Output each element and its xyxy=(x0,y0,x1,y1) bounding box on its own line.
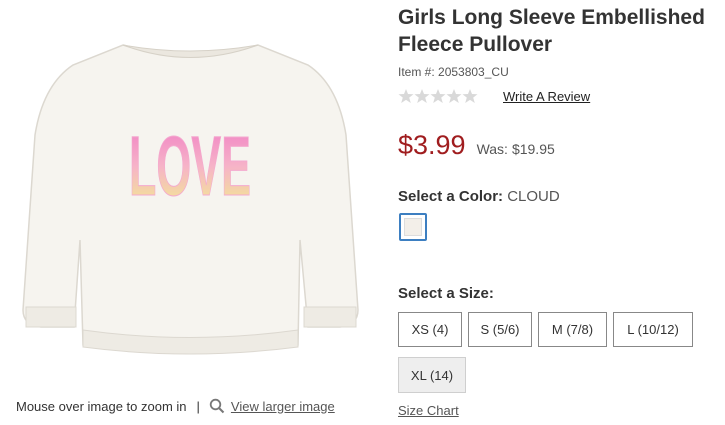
product-details: Girls Long Sleeve Embellished Fleece Pul… xyxy=(398,0,725,425)
selected-color: CLOUD xyxy=(507,188,560,205)
size-chart-link[interactable]: Size Chart xyxy=(398,403,459,418)
price-row: $3.99 Was: $19.95 xyxy=(398,130,555,161)
size-button-xs[interactable]: XS (4) xyxy=(398,312,462,347)
magnifier-icon[interactable] xyxy=(209,398,225,414)
color-swatch-cloud[interactable] xyxy=(399,213,427,241)
sale-price: $3.99 xyxy=(398,130,466,160)
size-button-xl[interactable]: XL (14) xyxy=(398,357,466,393)
view-larger-image-link[interactable]: View larger image xyxy=(231,399,335,414)
size-label: Select a Size: xyxy=(398,285,494,302)
love-graphic-text: LOVE xyxy=(129,119,251,213)
write-review-link[interactable]: Write A Review xyxy=(503,89,590,104)
was-price: $19.95 xyxy=(511,141,555,157)
product-image[interactable]: LOVE xyxy=(8,25,373,370)
product-image-area: LOVE Mouse over image to zoom in | View … xyxy=(0,0,380,425)
zoom-bar: Mouse over image to zoom in | View large… xyxy=(16,398,335,414)
zoom-separator: | xyxy=(196,398,200,414)
color-label: Select a Color: CLOUD xyxy=(398,188,560,205)
color-label-text: Select a Color: xyxy=(398,188,504,205)
star-icon xyxy=(446,89,462,103)
zoom-hint: Mouse over image to zoom in xyxy=(16,398,187,414)
rating-row: Write A Review xyxy=(398,88,590,104)
rating-stars xyxy=(398,88,478,104)
star-icon xyxy=(414,89,430,103)
size-button-l[interactable]: L (10/12) xyxy=(613,312,693,347)
item-number: Item #: 2053803_CU xyxy=(398,65,509,79)
star-icon xyxy=(398,89,414,103)
product-title: Girls Long Sleeve Embellished Fleece Pul… xyxy=(398,6,705,56)
size-button-m[interactable]: M (7/8) xyxy=(538,312,607,347)
star-icon xyxy=(430,89,446,103)
was-label: Was: xyxy=(476,141,508,157)
size-button-s[interactable]: S (5/6) xyxy=(468,312,532,347)
color-swatch-chip xyxy=(404,218,422,236)
star-icon xyxy=(462,89,478,103)
